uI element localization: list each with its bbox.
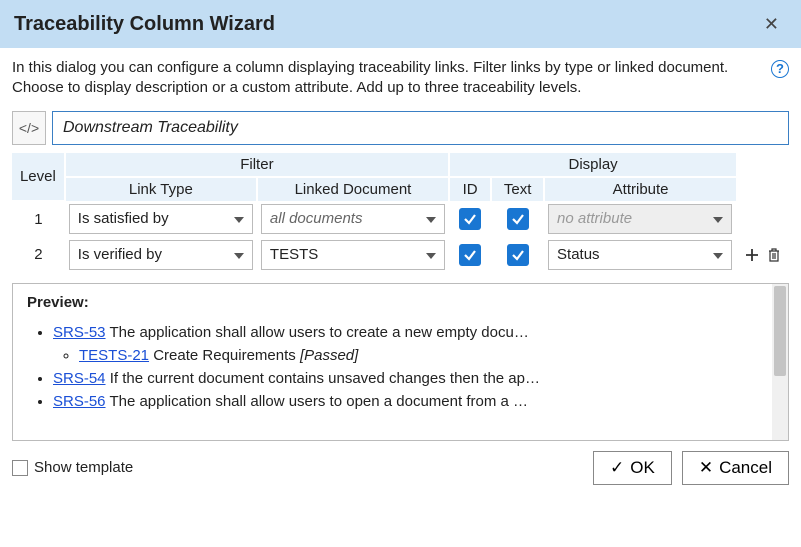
linked-document-select-value: all documents xyxy=(270,210,422,227)
id-checkbox[interactable] xyxy=(459,208,481,230)
linked-document-select[interactable]: TESTS xyxy=(261,240,445,270)
add-level-icon[interactable] xyxy=(742,245,762,265)
checkbox-icon xyxy=(12,460,28,476)
cancel-button[interactable]: ✕ Cancel xyxy=(682,451,789,485)
link-type-select[interactable]: Is verified by xyxy=(69,240,253,270)
chevron-down-icon xyxy=(713,253,723,259)
chevron-down-icon xyxy=(234,217,244,223)
header-display: Display xyxy=(449,153,736,177)
chevron-down-icon xyxy=(426,253,436,259)
level-row: 1 Is satisfied by all documents no attribut… xyxy=(12,201,789,237)
preview-text: The application shall allow users to cre… xyxy=(109,324,528,341)
id-checkbox[interactable] xyxy=(459,244,481,266)
preview-label: Preview: xyxy=(27,294,774,311)
header-level: Level xyxy=(12,153,65,201)
show-template-label: Show template xyxy=(34,459,133,476)
check-icon: ✓ xyxy=(610,458,624,478)
levels-table: Level Filter Display Link Type Linked Do… xyxy=(12,153,789,273)
preview-link[interactable]: SRS-53 xyxy=(53,324,106,341)
link-type-select-value: Is verified by xyxy=(78,246,230,263)
linked-document-select[interactable]: all documents xyxy=(261,204,445,234)
preview-link[interactable]: TESTS-21 xyxy=(79,347,149,364)
level-number: 1 xyxy=(12,201,65,237)
header-id: ID xyxy=(449,177,491,201)
chevron-down-icon xyxy=(234,253,244,259)
text-checkbox[interactable] xyxy=(507,208,529,230)
attribute-select-value: no attribute xyxy=(557,210,709,227)
preview-item: SRS-56 The application shall allow users… xyxy=(53,390,774,413)
header-text: Text xyxy=(491,177,544,201)
column-name-input[interactable] xyxy=(52,111,789,145)
attribute-select[interactable]: Status xyxy=(548,240,732,270)
ok-label: OK xyxy=(630,458,655,478)
link-type-select[interactable]: Is satisfied by xyxy=(69,204,253,234)
preview-text: Create Requirements xyxy=(153,347,296,364)
preview-item: SRS-54 If the current document contains … xyxy=(53,367,774,390)
scrollbar-thumb[interactable] xyxy=(774,286,786,376)
header-linked-document: Linked Document xyxy=(257,177,449,201)
chevron-down-icon xyxy=(713,217,723,223)
preview-scrollbar[interactable] xyxy=(772,284,788,440)
level-row: 2 Is verified by TESTS Status xyxy=(12,237,789,273)
cancel-label: Cancel xyxy=(719,458,772,478)
attribute-select[interactable]: no attribute xyxy=(548,204,732,234)
link-type-select-value: Is satisfied by xyxy=(78,210,230,227)
delete-level-icon[interactable] xyxy=(764,245,784,265)
preview-item: SRS-53 The application shall allow users… xyxy=(53,321,774,368)
close-icon[interactable]: ✕ xyxy=(756,10,787,39)
header-link-type: Link Type xyxy=(65,177,257,201)
preview-text: The application shall allow users to ope… xyxy=(109,393,528,410)
preview-link[interactable]: SRS-54 xyxy=(53,370,106,387)
x-icon: ✕ xyxy=(699,458,713,478)
intro-text: In this dialog you can configure a colum… xyxy=(12,58,765,99)
preview-link[interactable]: SRS-56 xyxy=(53,393,106,410)
preview-text: If the current document contains unsaved… xyxy=(110,370,540,387)
intro-row: In this dialog you can configure a colum… xyxy=(12,58,789,99)
preview-list: SRS-53 The application shall allow users… xyxy=(27,321,774,414)
text-checkbox[interactable] xyxy=(507,244,529,266)
show-template-checkbox[interactable]: Show template xyxy=(12,459,583,476)
header-attribute: Attribute xyxy=(544,177,736,201)
ok-button[interactable]: ✓ OK xyxy=(593,451,672,485)
dialog-title: Traceability Column Wizard xyxy=(14,13,756,36)
preview-panel: Preview: SRS-53 The application shall al… xyxy=(12,283,789,441)
chevron-down-icon xyxy=(426,217,436,223)
titlebar: Traceability Column Wizard ✕ xyxy=(0,0,801,48)
code-icon[interactable]: </> xyxy=(12,111,46,145)
help-icon[interactable]: ? xyxy=(771,60,789,78)
level-number: 2 xyxy=(12,237,65,273)
preview-sub-item: TESTS-21 Create Requirements [Passed] xyxy=(79,344,774,367)
preview-status: [Passed] xyxy=(300,347,358,364)
linked-document-select-value: TESTS xyxy=(270,246,422,263)
header-filter: Filter xyxy=(65,153,449,177)
attribute-select-value: Status xyxy=(557,246,709,263)
